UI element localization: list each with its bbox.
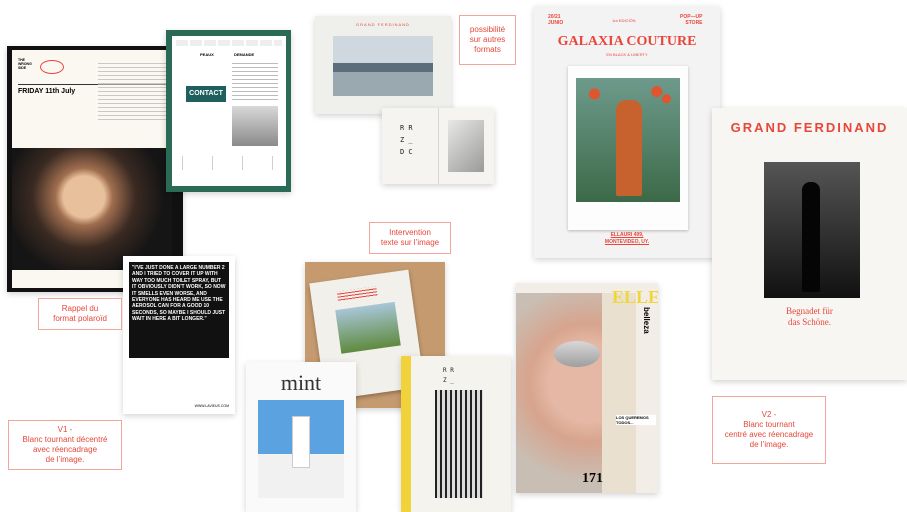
note-polaroid: Rappel du format polaroïd	[38, 298, 122, 330]
grand-ferdinand-small-poster: GRAND FERDINAND	[315, 16, 451, 114]
corridor-photo	[435, 390, 483, 498]
grand-ferdinand-poster: GRAND FERDINAND Begnadet für das Schöne.	[712, 108, 907, 380]
note-v2: V2 - Blanc tournant centré avec réencadr…	[712, 396, 826, 464]
quote-block: "I'VE JUST DONE A LARGE NUMBER 2 AND I T…	[129, 262, 229, 358]
elle-number: 171	[582, 471, 603, 486]
contact-col-1-label: PEAUX	[200, 52, 214, 57]
poster-header: THE WRONG SIDE FRIDAY 11th July	[12, 50, 172, 148]
elle-photo	[516, 293, 636, 493]
note-intervention: Intervention texte sur l’image	[369, 222, 451, 254]
contact-nav	[176, 40, 282, 46]
contact-sheet: PEAUX DEMANDE CONTACT	[166, 30, 291, 192]
church-tower	[292, 416, 310, 468]
galaxia-couture-poster: 20/21 JUNIO 1ra EDICIÓN POP—UP STORE GAL…	[534, 6, 720, 258]
rrz2-letters: R R Z _	[443, 367, 454, 384]
galaxia-popup: POP—UP STORE	[680, 14, 703, 26]
contact-photo	[232, 106, 278, 146]
aloe-flowers	[580, 82, 676, 106]
galaxia-title: GALAXIA COUTURE	[557, 34, 697, 49]
party-photo	[12, 148, 172, 270]
galaxia-subtitle: EN BLACK & LIBERTY	[606, 52, 648, 57]
galaxia-dates: 20/21 JUNIO	[548, 14, 564, 26]
contact-title: CONTACT	[186, 86, 226, 102]
rrzc-book: R R Z _ D C	[382, 108, 494, 184]
polaroid-frame	[568, 66, 688, 230]
book-cover-photo	[335, 301, 401, 354]
contact-text-lines	[232, 60, 278, 100]
note-v1: V1 - Blanc tournant décentré avec réenca…	[8, 420, 122, 470]
book-gutter	[438, 108, 439, 184]
poster-info-lines	[98, 60, 168, 120]
rrz-corridor-poster: R R Z _	[401, 356, 511, 512]
grand-big-photo	[764, 162, 860, 298]
contact-page: PEAUX DEMANDE CONTACT	[172, 36, 286, 186]
galaxia-address: ELLAURI 499, MONTEVIDEO, UY.	[604, 232, 650, 245]
wrong-side-logo: THE WRONG SIDE	[18, 58, 32, 70]
quote-footer: WWW.LAVIEUS.COM	[194, 404, 229, 408]
mint-title: mint	[280, 370, 322, 395]
lips-icon	[40, 60, 64, 74]
dress-figure	[802, 182, 820, 292]
yellow-strip	[401, 356, 411, 512]
elle-caption: LOS QUEREMOS TODOS...	[616, 415, 656, 425]
contact-boxes	[180, 156, 278, 170]
contact-col-2-label: DEMANDE	[234, 52, 255, 57]
quote-text: "I'VE JUST DONE A LARGE NUMBER 2 AND I T…	[132, 265, 226, 323]
city-photo	[333, 36, 433, 96]
elle-brand: ELLE	[612, 287, 658, 307]
quote-poster: "I'VE JUST DONE A LARGE NUMBER 2 AND I T…	[123, 256, 235, 414]
note-possibilite: possibilité sur autres formats	[459, 15, 516, 65]
galaxia-edition: 1ra EDICIÓN	[612, 18, 636, 23]
rrzc-letters: R R Z _ D C	[400, 124, 413, 156]
poster-date: FRIDAY 11th July	[18, 88, 76, 95]
stair-photo	[448, 120, 484, 172]
book-cover-text	[336, 286, 378, 302]
hair-block	[602, 293, 636, 493]
model-figure	[616, 100, 642, 196]
church-photo	[258, 400, 344, 498]
grand-small-title: GRAND FERDINAND	[356, 22, 410, 27]
mint-magazine: mint	[246, 362, 356, 512]
silver-eye	[554, 341, 600, 367]
elle-side-text: belleza	[642, 307, 651, 334]
galaxia-photo	[576, 78, 680, 202]
elle-magazine: ELLE belleza LOS QUEREMOS TODOS... 171	[516, 283, 658, 493]
grand-big-tagline: Begnadet für das Schöne.	[786, 306, 833, 327]
grand-big-title: GRAND FERDINAND	[730, 120, 889, 135]
